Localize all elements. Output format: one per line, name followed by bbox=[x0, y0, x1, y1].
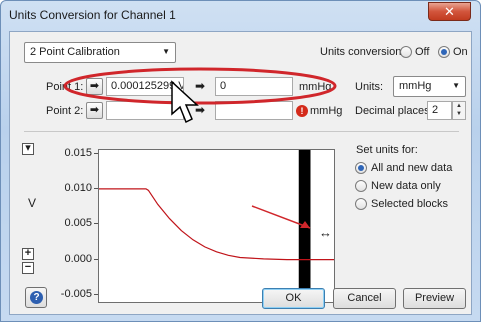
set-units-option-label: New data only bbox=[371, 180, 441, 192]
decimal-places-label: Decimal places: bbox=[355, 105, 433, 117]
y-tick-label: -0.005 bbox=[60, 287, 92, 300]
mouse-cursor-icon bbox=[171, 80, 199, 124]
units-conversion-off-radio[interactable] bbox=[400, 46, 412, 58]
set-units-heading: Set units for: bbox=[356, 144, 418, 156]
zoom-in-button[interactable]: + bbox=[22, 248, 34, 260]
units-select[interactable]: mmHg ▼ bbox=[393, 76, 466, 97]
set-units-selected-radio[interactable] bbox=[355, 198, 367, 210]
plot-menu-button[interactable]: ▾ bbox=[22, 143, 34, 155]
dialog-client-area: 2 Point Calibration ▼ Units conversion: … bbox=[9, 31, 472, 315]
calibration-mode-value: 2 Point Calibration bbox=[30, 46, 120, 58]
spin-up-icon[interactable]: ▲ bbox=[453, 102, 465, 110]
units-value: mmHg bbox=[399, 80, 432, 92]
units-conversion-on-label: On bbox=[453, 46, 468, 58]
ok-button[interactable]: OK bbox=[262, 288, 325, 309]
separator-line bbox=[24, 131, 459, 132]
set-units-all-radio[interactable] bbox=[355, 162, 367, 174]
units-conversion-on-radio[interactable] bbox=[438, 46, 450, 58]
y-tick-label: 0.010 bbox=[64, 181, 92, 194]
y-tick-label: 0.015 bbox=[64, 146, 92, 159]
y-axis-label: V bbox=[28, 196, 37, 210]
decimal-places-input[interactable]: 2 bbox=[427, 101, 452, 120]
plus-icon: + bbox=[24, 247, 32, 259]
units-conversion-off-label: Off bbox=[415, 46, 430, 58]
units-label: Units: bbox=[355, 81, 384, 93]
drag-handle-icon[interactable]: ↔ bbox=[319, 225, 332, 240]
title-bar: Units Conversion for Channel 1 ✕ bbox=[1, 1, 480, 29]
set-units-option-label: All and new data bbox=[371, 162, 453, 174]
calibration-mode-select[interactable]: 2 Point Calibration ▼ bbox=[24, 42, 176, 63]
set-units-option-label: Selected blocks bbox=[371, 198, 449, 210]
chevron-down-icon: ▼ bbox=[452, 81, 460, 90]
help-icon: ? bbox=[30, 291, 43, 304]
cancel-button[interactable]: Cancel bbox=[333, 288, 396, 309]
decimal-places-spinner[interactable]: ▲ ▼ bbox=[452, 101, 466, 120]
zoom-out-button[interactable]: − bbox=[22, 262, 34, 274]
chevron-down-icon: ▾ bbox=[25, 142, 31, 154]
y-tick-label: 0.000 bbox=[64, 252, 92, 265]
chevron-down-icon: ▼ bbox=[162, 47, 170, 56]
set-units-new-radio[interactable] bbox=[355, 180, 367, 192]
spin-down-icon[interactable]: ▼ bbox=[453, 110, 465, 118]
help-button[interactable]: ? bbox=[25, 287, 47, 308]
minus-icon: − bbox=[24, 261, 32, 273]
dialog-window: Units Conversion for Channel 1 ✕ 2 Point… bbox=[0, 0, 481, 322]
annotation-arrow bbox=[251, 205, 311, 229]
window-title: Units Conversion for Channel 1 bbox=[9, 8, 176, 22]
units-conversion-label: Units conversion: bbox=[320, 46, 405, 58]
close-button[interactable]: ✕ bbox=[428, 2, 471, 21]
y-tick-label: 0.005 bbox=[64, 217, 92, 230]
preview-button[interactable]: Preview bbox=[403, 288, 466, 309]
